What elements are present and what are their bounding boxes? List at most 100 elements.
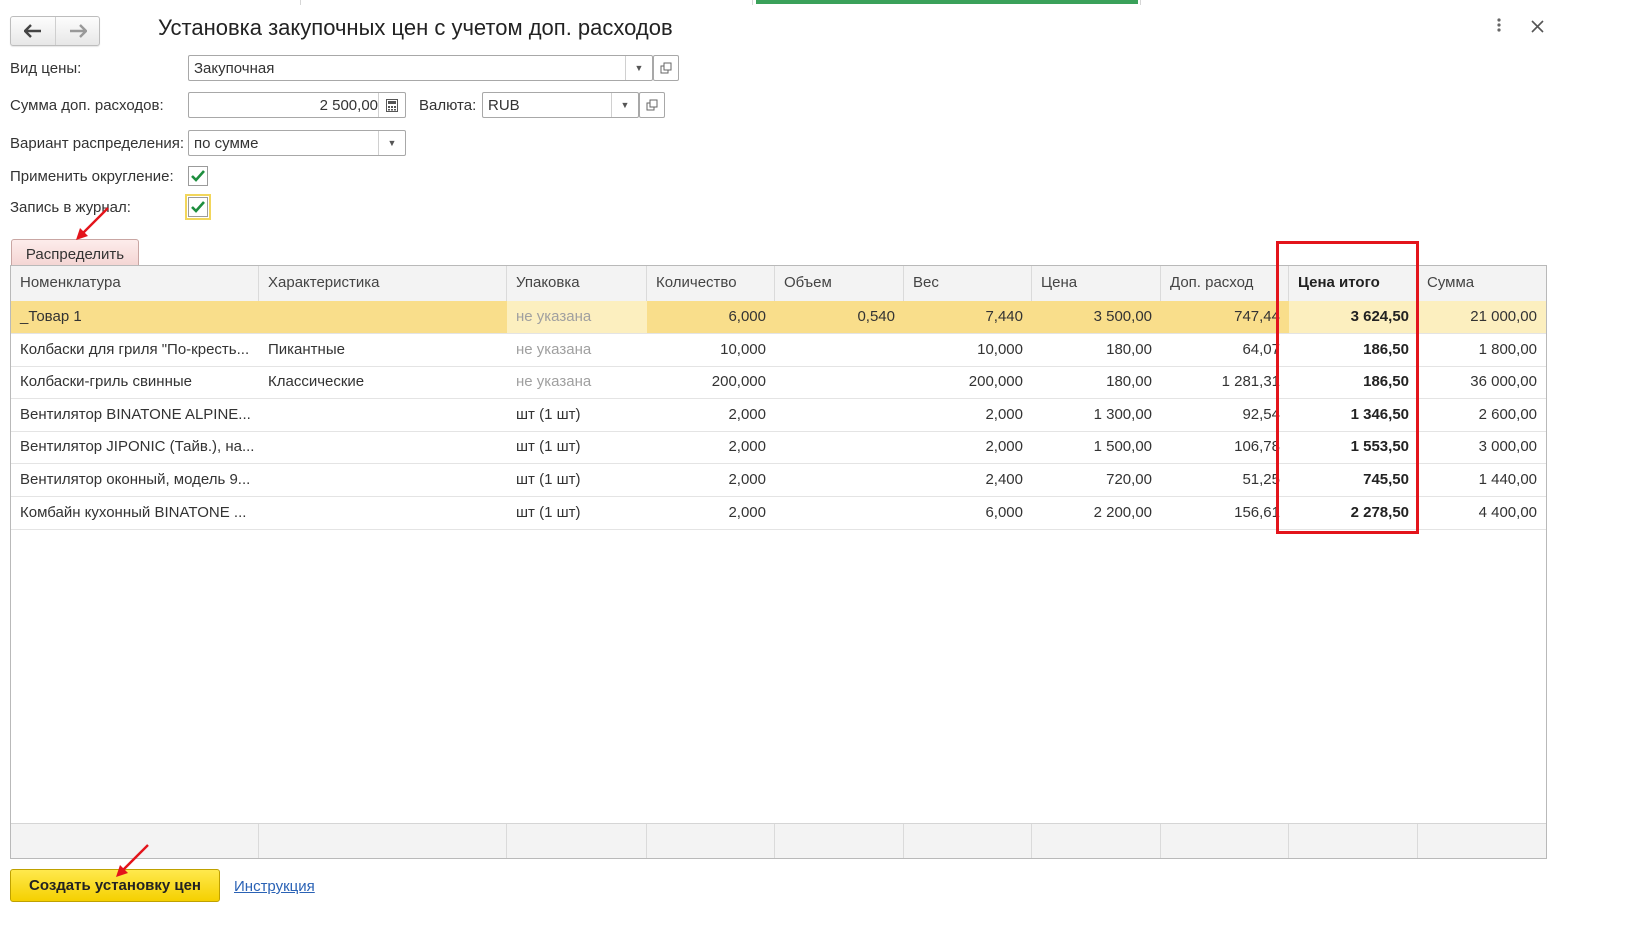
chevron-down-icon: ▼ [634, 63, 644, 73]
cell-weight: 2,000 [985, 405, 1023, 423]
page-title: Установка закупочных цен с учетом доп. р… [158, 15, 673, 40]
cell-sum: 1 800,00 [1478, 340, 1537, 358]
column-header-sum[interactable]: Сумма [1418, 266, 1546, 301]
footer-cell [1032, 824, 1161, 858]
extra-costs-field[interactable]: 2 500,00 [188, 92, 406, 118]
cell-extra-cost: 747,44 [1161, 301, 1289, 333]
column-header-quantity[interactable]: Количество [647, 266, 775, 301]
cell-nomenclature: Колбаски-гриль свинные [20, 373, 192, 391]
cell-package: шт (1 шт) [516, 503, 581, 521]
price-type-field[interactable]: Закупочная ▼ [188, 55, 653, 81]
currency-field[interactable]: RUB ▼ [482, 92, 639, 118]
column-header-price[interactable]: Цена [1032, 266, 1161, 301]
arrow-right-icon [69, 24, 87, 38]
checkmark-icon [191, 201, 205, 213]
cell-quantity: 2,000 [728, 503, 766, 521]
cell-characteristic [259, 464, 507, 496]
tab-strip [0, 0, 1637, 5]
tab-divider [300, 0, 301, 5]
journal-label: Запись в журнал: [10, 199, 131, 216]
cell-package: не указана [516, 308, 592, 325]
cell-price: 2 200,00 [1093, 503, 1152, 521]
price-type-open-button[interactable] [653, 55, 679, 81]
nav-group [10, 16, 100, 46]
close-icon [1531, 20, 1544, 33]
column-header-characteristic[interactable]: Характеристика [259, 266, 507, 301]
extra-costs-value: 2 500,00 [319, 97, 378, 114]
cell-sum: 3 000,00 [1478, 438, 1537, 456]
column-header-extra-cost[interactable]: Доп. расход [1161, 266, 1289, 301]
table-footer [11, 823, 1546, 858]
journal-checkbox[interactable] [185, 194, 211, 220]
cell-package: не указана [516, 373, 592, 391]
cell-volume [775, 334, 904, 366]
cell-nomenclature: Комбайн кухонный BINATONE ... [20, 503, 247, 521]
rounding-label: Применить округление: [10, 168, 174, 185]
cell-extra-cost: 92,54 [1242, 405, 1280, 423]
distribution-value: по сумме [194, 135, 259, 152]
cell-quantity: 2,000 [728, 405, 766, 423]
cell-weight: 7,440 [904, 301, 1032, 333]
cell-price: 1 300,00 [1093, 405, 1152, 423]
cell-characteristic: Пикантные [268, 340, 345, 358]
calculator-button[interactable] [378, 93, 405, 117]
price-type-dropdown-button[interactable]: ▼ [625, 56, 652, 80]
footer-cell [1418, 824, 1546, 858]
column-header-nomenclature[interactable]: Номенклатура [11, 266, 259, 301]
cell-weight: 6,000 [985, 503, 1023, 521]
cell-extra-cost: 64,07 [1242, 340, 1280, 358]
tab-divider [1140, 0, 1141, 5]
more-menu-button[interactable] [1496, 17, 1502, 38]
footer-cell [904, 824, 1032, 858]
cell-extra-cost: 156,61 [1234, 503, 1280, 521]
rounding-checkbox[interactable] [188, 166, 208, 186]
footer-cell [1161, 824, 1289, 858]
cell-package: шт (1 шт) [516, 471, 581, 488]
footer-cell [647, 824, 775, 858]
cell-sum: 2 600,00 [1478, 405, 1537, 423]
currency-open-button[interactable] [639, 92, 665, 118]
cell-sum: 21 000,00 [1470, 308, 1537, 325]
back-button[interactable] [11, 17, 54, 45]
active-tab-indicator[interactable] [756, 0, 1138, 4]
cell-quantity: 2,000 [728, 471, 766, 488]
cell-nomenclature: Колбаски для гриля "По-кресть... [20, 340, 250, 358]
highlight-box [1276, 241, 1419, 534]
currency-label: Валюта: [419, 97, 477, 114]
cell-nomenclature: Вентилятор BINATONE ALPINE... [20, 405, 251, 423]
extra-costs-label: Сумма доп. расходов: [10, 97, 164, 114]
cell-price: 3 500,00 [1032, 301, 1161, 333]
column-header-volume[interactable]: Объем [775, 266, 904, 301]
distribution-dropdown-button[interactable]: ▼ [378, 131, 405, 155]
cell-price: 180,00 [1106, 340, 1152, 358]
calculator-icon [386, 98, 398, 112]
column-header-weight[interactable]: Вес [904, 266, 1032, 301]
vertical-dots-icon [1497, 18, 1501, 32]
cell-nomenclature: _Товар 1 [11, 301, 259, 333]
cell-package: не указана [516, 340, 592, 358]
cell-extra-cost: 106,78 [1234, 438, 1280, 456]
forward-button[interactable] [55, 17, 99, 45]
currency-dropdown-button[interactable]: ▼ [611, 93, 638, 117]
cell-extra-cost: 51,25 [1242, 471, 1280, 488]
cell-quantity: 2,000 [728, 438, 766, 456]
cell-extra-cost: 1 281,31 [1221, 373, 1280, 391]
cell-characteristic [259, 497, 507, 529]
open-window-icon [646, 99, 658, 111]
cell-weight: 2,400 [985, 471, 1023, 488]
price-type-label: Вид цены: [10, 60, 82, 77]
column-header-package[interactable]: Упаковка [507, 266, 647, 301]
annotation-arrow-icon [116, 844, 149, 877]
instruction-link[interactable]: Инструкция [234, 878, 315, 895]
footer-cell [1289, 824, 1418, 858]
distribution-field[interactable]: по сумме ▼ [188, 130, 406, 156]
cell-characteristic [259, 301, 507, 333]
cell-package: шт (1 шт) [516, 438, 581, 456]
checkmark-icon [191, 170, 205, 182]
cell-volume [775, 399, 904, 431]
cell-characteristic: Классические [268, 373, 365, 391]
cell-weight: 2,000 [985, 438, 1023, 456]
close-button[interactable] [1531, 17, 1544, 38]
open-window-icon [660, 62, 672, 74]
price-type-value: Закупочная [194, 60, 275, 77]
